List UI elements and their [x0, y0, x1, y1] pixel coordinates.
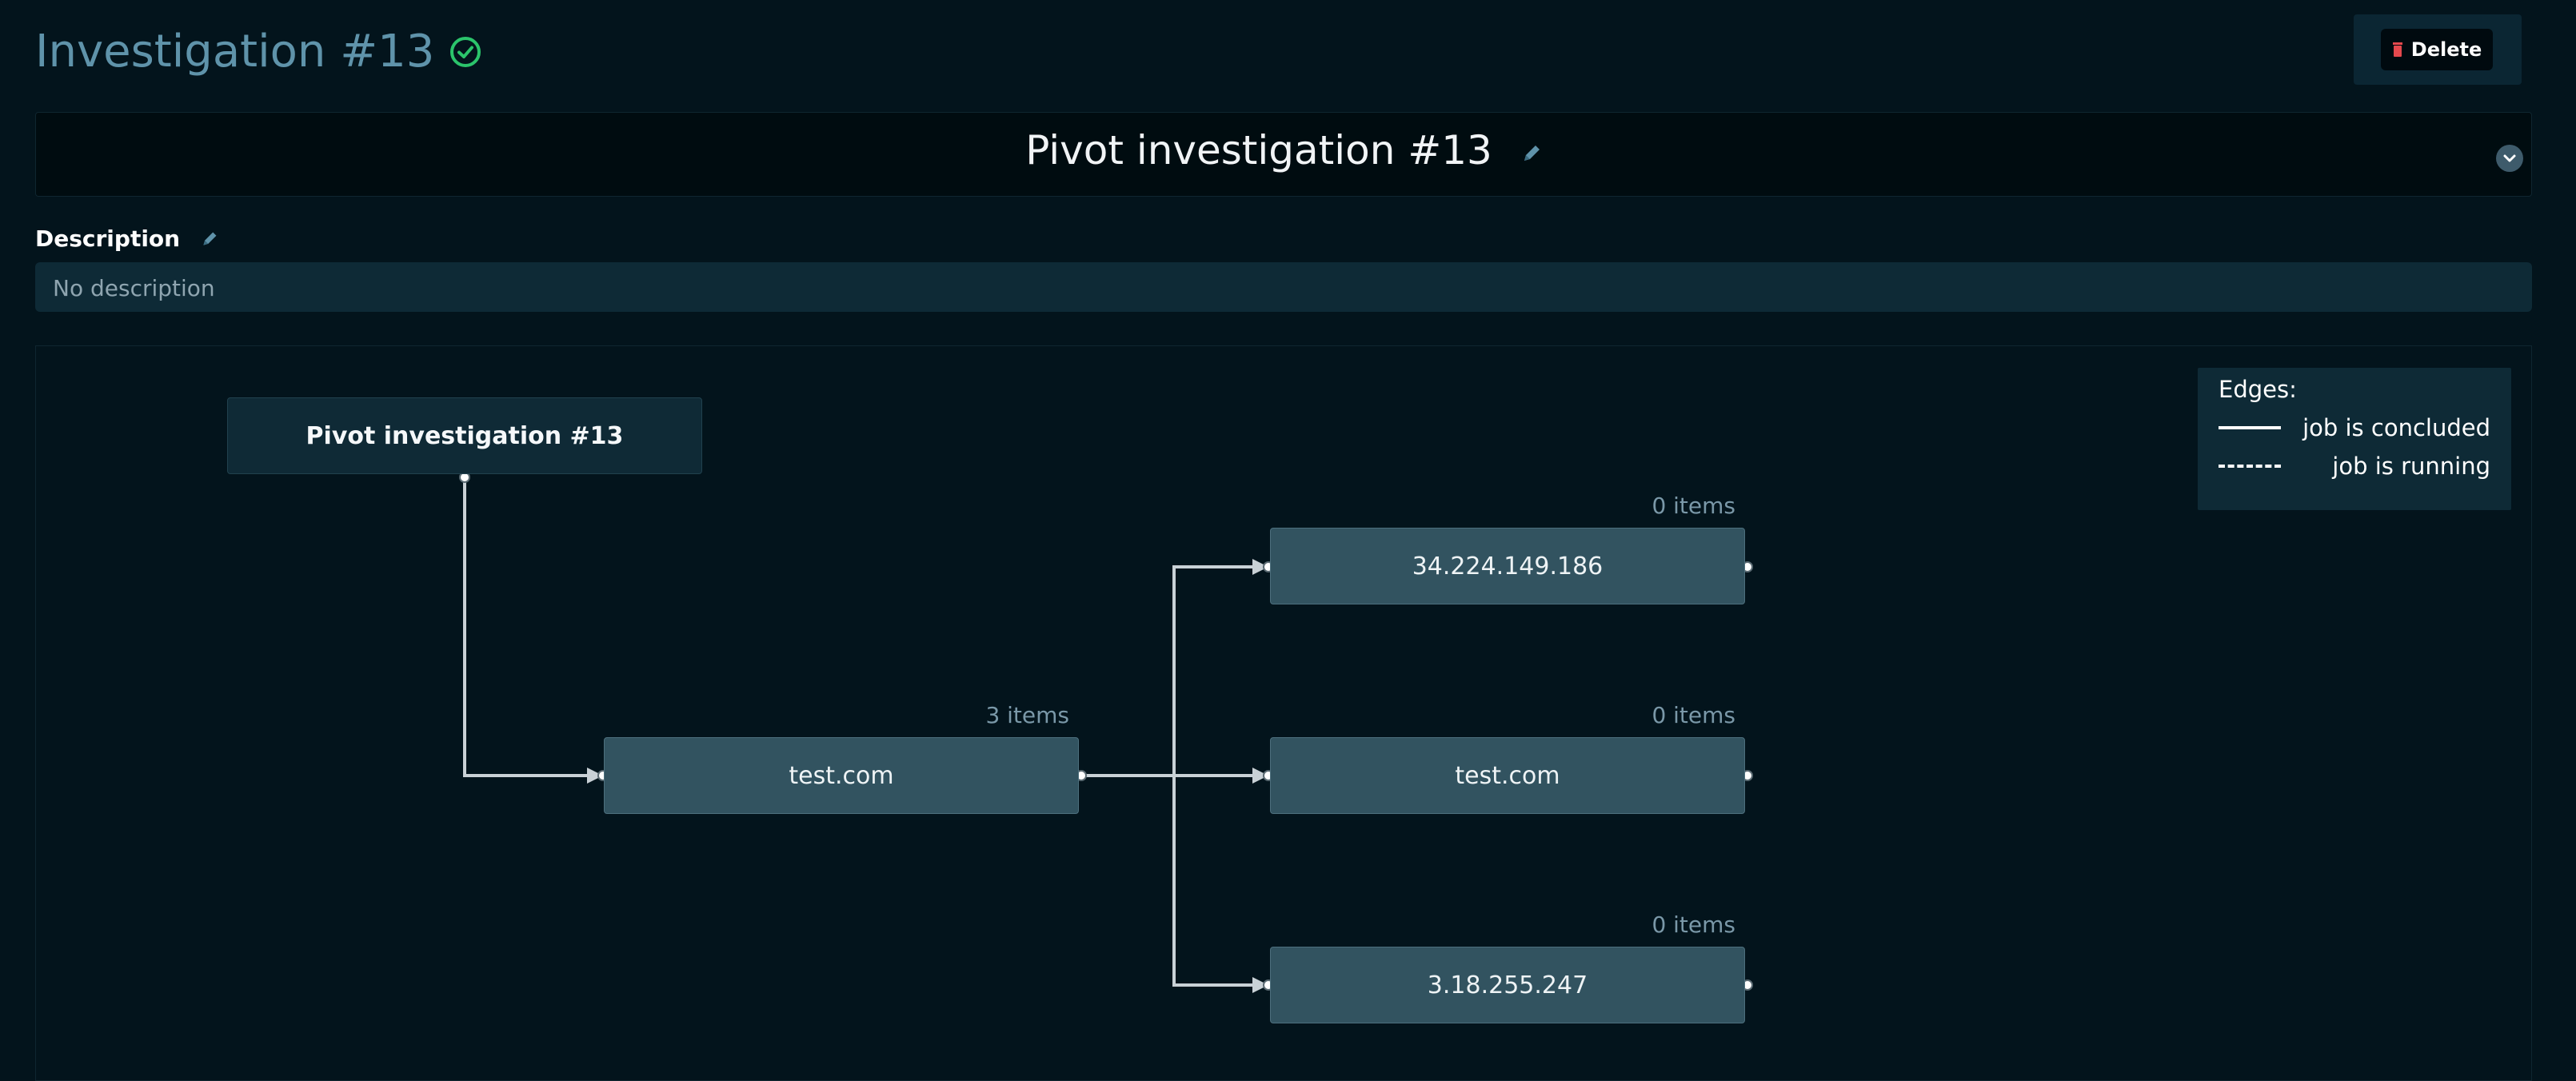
graph-node-root[interactable]: Pivot investigation #13	[227, 397, 702, 474]
legend-running-label: job is running	[2332, 453, 2490, 480]
node-item-count: 0 items	[1651, 911, 1735, 938]
node-item-count: 0 items	[1651, 493, 1735, 519]
dashed-line-icon	[2219, 465, 2281, 468]
node-item-count: 0 items	[1651, 702, 1735, 728]
graph-node-ip-3-18-255-247[interactable]: 3.18.255.247	[1270, 947, 1745, 1023]
legend-title: Edges:	[2219, 376, 2297, 403]
edge-test-com-to-ip2	[1172, 776, 1268, 993]
edge-test-com-to-ip1	[1081, 559, 1268, 777]
graph-node-ip-34-224-149-186[interactable]: 34.224.149.186	[1270, 528, 1745, 604]
graph-node-test-com[interactable]: test.com	[604, 737, 1079, 814]
legend-row-concluded: job is concluded	[2219, 414, 2490, 441]
graph-node-test-com-2[interactable]: test.com	[1270, 737, 1745, 814]
node-item-count: 3 items	[985, 702, 1069, 728]
solid-line-icon	[2219, 426, 2281, 429]
legend-row-running: job is running	[2219, 453, 2490, 480]
edges-legend: Edges: job is concluded job is running	[2198, 368, 2511, 510]
legend-concluded-label: job is concluded	[2302, 414, 2490, 441]
edge-root-to-test-com	[463, 477, 603, 784]
